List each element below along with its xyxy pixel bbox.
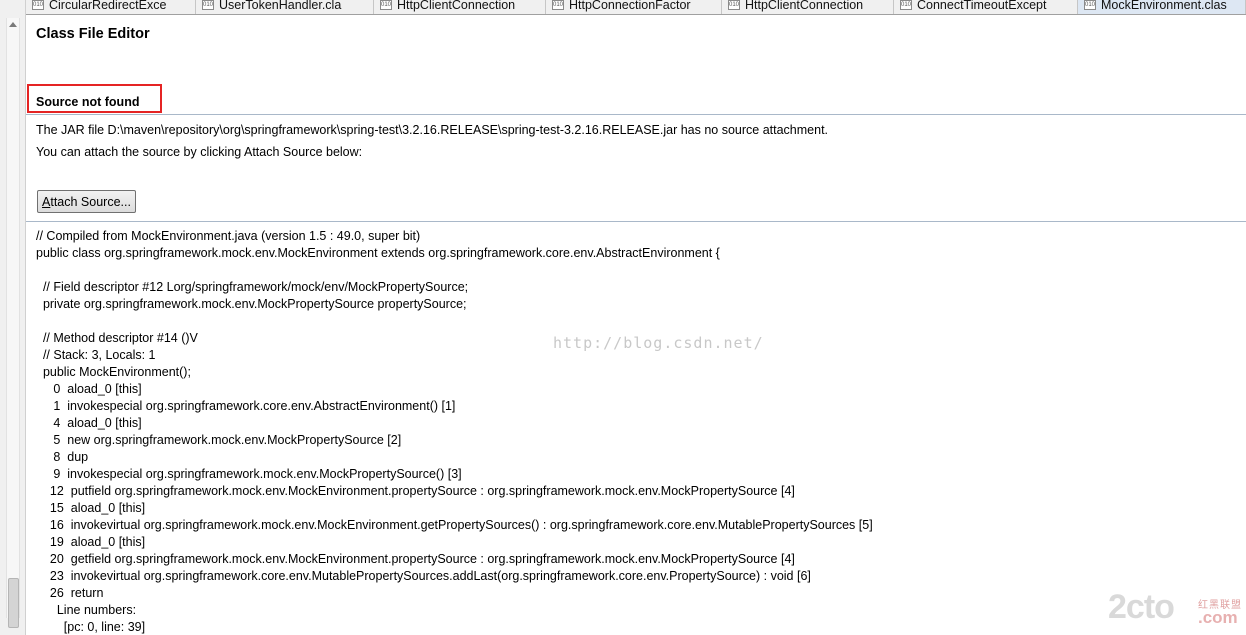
divider [26, 221, 1246, 222]
class-file-icon: 010 [32, 0, 44, 10]
code-line: 26 return [36, 586, 104, 600]
tab-mock-environment[interactable]: 010 MockEnvironment.clas [1078, 0, 1246, 14]
code-line: 4 aload_0 [this] [36, 416, 142, 430]
editor-title: Class File Editor [36, 26, 150, 42]
scroll-up-arrow-icon[interactable] [9, 22, 17, 27]
tab-connect-timeout-exception[interactable]: 010 ConnectTimeoutExcept [894, 0, 1078, 14]
tab-http-client-connection-1[interactable]: 010 HttpClientConnection [374, 0, 546, 14]
tab-http-connection-factory[interactable]: 010 HttpConnectionFactor [546, 0, 722, 14]
code-line: 12 putfield org.springframework.mock.env… [36, 484, 795, 498]
bytecode-view[interactable]: // Compiled from MockEnvironment.java (v… [36, 228, 1236, 635]
code-line: 20 getfield org.springframework.mock.env… [36, 552, 795, 566]
tab-http-client-connection-2[interactable]: 010 HttpClientConnection [722, 0, 894, 14]
code-line: private org.springframework.mock.env.Moc… [36, 297, 467, 311]
class-file-icon: 010 [380, 0, 392, 10]
code-line: 9 invokespecial org.springframework.mock… [36, 467, 462, 481]
left-gutter [0, 0, 26, 635]
class-file-editor: Class File Editor Source not found The J… [26, 16, 1246, 635]
jar-message: The JAR file D:\maven\repository\org\spr… [36, 123, 829, 137]
code-line: 5 new org.springframework.mock.env.MockP… [36, 433, 402, 447]
code-line: 19 aload_0 [this] [36, 535, 146, 549]
code-line: public MockEnvironment(); [36, 365, 191, 379]
code-line: [pc: 0, line: 39] [36, 620, 146, 634]
class-file-icon: 010 [1084, 0, 1096, 10]
scrollbar-thumb[interactable] [8, 578, 19, 628]
code-line: // Compiled from MockEnvironment.java (v… [36, 229, 421, 243]
code-line: 0 aload_0 [this] [36, 382, 142, 396]
code-line: Line numbers: [36, 603, 137, 617]
code-line: 1 invokespecial org.springframework.core… [36, 399, 456, 413]
code-line: 16 invokevirtual org.springframework.moc… [36, 518, 873, 532]
code-line: public class org.springframework.mock.en… [36, 246, 720, 260]
tab-circular-redirect-exception[interactable]: 010 CircularRedirectExce [26, 0, 196, 14]
site-logo: 2cto 红黑联盟 .com [1108, 588, 1242, 627]
attach-hint: You can attach the source by clicking At… [36, 145, 363, 159]
code-line: 15 aload_0 [this] [36, 501, 146, 515]
code-line: 8 dup [36, 450, 89, 464]
vertical-scrollbar[interactable] [6, 18, 20, 618]
code-line: // Field descriptor #12 Lorg/springframe… [36, 280, 469, 294]
class-file-icon: 010 [202, 0, 214, 10]
divider [26, 114, 1246, 115]
editor-tab-bar: 010 CircularRedirectExce 010 UserTokenHand… [26, 0, 1246, 15]
attach-source-button[interactable]: Attach Source... [37, 190, 136, 213]
source-not-found-heading: Source not found [36, 95, 140, 109]
class-file-icon: 010 [900, 0, 912, 10]
class-file-icon: 010 [728, 0, 740, 10]
tab-user-token-handler[interactable]: 010 UserTokenHandler.cla [196, 0, 374, 14]
code-line: 23 invokevirtual org.springframework.cor… [36, 569, 811, 583]
class-file-icon: 010 [552, 0, 564, 10]
watermark: http://blog.csdn.net/ [553, 334, 764, 352]
